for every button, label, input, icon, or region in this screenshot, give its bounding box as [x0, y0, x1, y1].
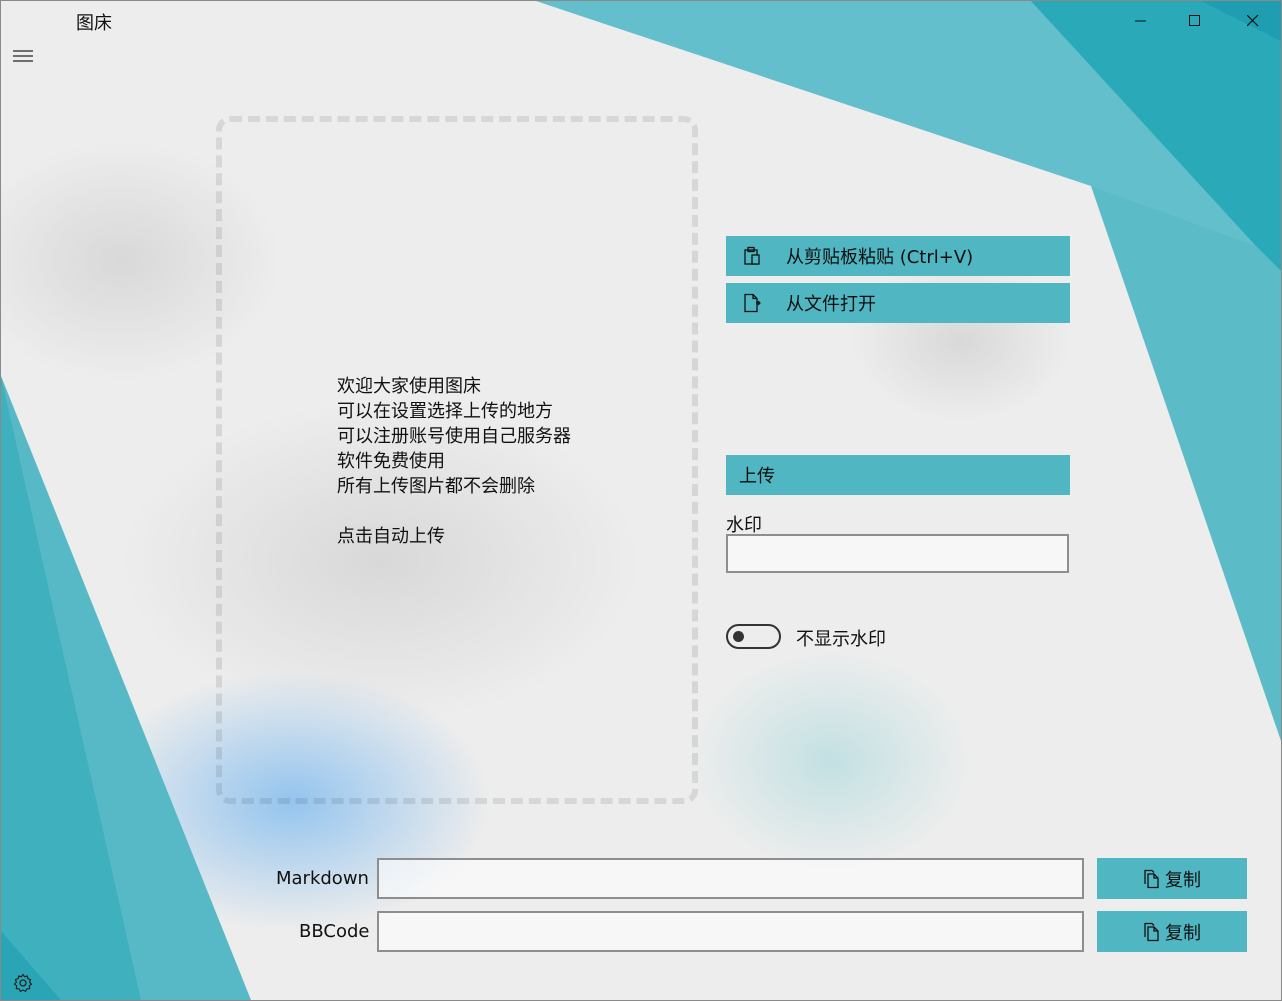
upload-button[interactable]: 上传: [726, 455, 1070, 495]
menu-button[interactable]: [8, 41, 38, 71]
copy-icon: [1144, 869, 1159, 888]
settings-button[interactable]: [11, 971, 35, 995]
markdown-output-field[interactable]: [377, 858, 1084, 899]
gear-icon: [13, 973, 33, 992]
drop-zone-text: 欢迎大家使用图床 可以在设置选择上传的地方 可以注册账号使用自己服务器 软件免费…: [337, 374, 571, 549]
markdown-label: Markdown: [276, 868, 369, 889]
paste-from-clipboard-button[interactable]: 从剪贴板粘贴 (Ctrl+V): [726, 236, 1070, 276]
info-line: 所有上传图片都不会删除: [337, 476, 535, 497]
bbcode-label: BBCode: [299, 921, 370, 942]
info-line: 可以注册账号使用自己服务器: [337, 426, 571, 447]
close-icon: [1247, 15, 1259, 27]
copy-icon: [1144, 922, 1159, 941]
maximize-button[interactable]: [1167, 1, 1223, 41]
watermark-input[interactable]: [726, 534, 1069, 573]
minimize-button[interactable]: [1113, 1, 1169, 41]
info-line: 软件免费使用: [337, 451, 445, 472]
app-window: 图床 欢迎大家使用图床 可以在设置选择上传的地方 可以注册账号使用自己服务器 软…: [0, 0, 1282, 1001]
copy-markdown-button[interactable]: 复制: [1097, 858, 1247, 899]
auto-upload-hint: 点击自动上传: [337, 526, 445, 547]
file-open-icon: [744, 293, 761, 313]
hamburger-icon: [13, 50, 33, 62]
bbcode-output-field[interactable]: [377, 911, 1084, 952]
open-file-label: 从文件打开: [786, 294, 876, 315]
hide-watermark-toggle[interactable]: [726, 624, 781, 649]
welcome-line: 欢迎大家使用图床: [337, 376, 481, 397]
paste-label: 从剪贴板粘贴 (Ctrl+V): [786, 247, 974, 268]
open-file-button[interactable]: 从文件打开: [726, 283, 1070, 323]
copy-bbcode-button[interactable]: 复制: [1097, 911, 1247, 952]
clipboard-icon: [744, 246, 760, 265]
toggle-knob: [733, 631, 744, 642]
hide-watermark-label: 不显示水印: [796, 629, 886, 650]
minimize-icon: [1135, 20, 1146, 22]
upload-label: 上传: [739, 466, 775, 487]
copy-bbcode-label: 复制: [1165, 922, 1201, 944]
close-button[interactable]: [1225, 1, 1281, 41]
maximize-icon: [1189, 15, 1200, 26]
window-title: 图床: [76, 13, 112, 34]
copy-markdown-label: 复制: [1165, 869, 1201, 891]
info-line: 可以在设置选择上传的地方: [337, 401, 553, 422]
